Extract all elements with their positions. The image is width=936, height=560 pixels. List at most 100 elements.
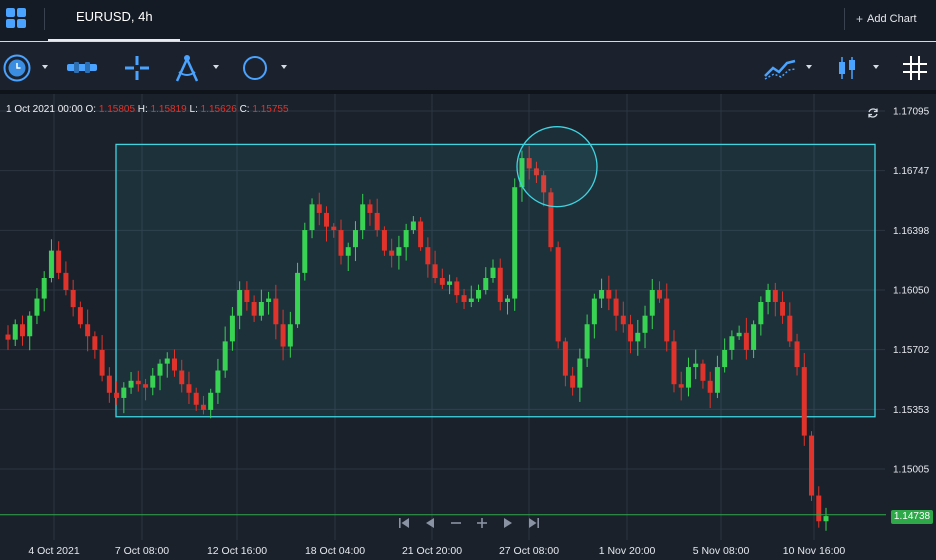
candle-up: [584, 324, 590, 359]
candle-down: [555, 247, 561, 342]
time-axis-label: 10 Nov 16:00: [783, 545, 846, 557]
crosshair-icon[interactable]: [125, 54, 149, 82]
candle-up: [410, 221, 416, 231]
candle-down: [425, 247, 431, 265]
candle-down: [135, 380, 141, 385]
candle-up: [215, 370, 221, 393]
candle-up: [309, 204, 315, 231]
candle-up: [693, 363, 699, 368]
scroll-right-icon[interactable]: [501, 516, 515, 530]
candle-up: [758, 301, 764, 325]
zoom-in-icon[interactable]: [475, 516, 489, 530]
shapes-dropdown-caret[interactable]: [281, 65, 287, 69]
zoom-out-icon[interactable]: [449, 516, 463, 530]
candle-down: [743, 332, 749, 350]
add-chart-button[interactable]: + Add Chart: [856, 8, 917, 30]
candle-up: [504, 298, 510, 302]
add-chart-label: Add Chart: [867, 13, 917, 25]
candle-up: [823, 516, 829, 522]
candle-down: [772, 290, 778, 302]
candle-up: [295, 272, 301, 325]
candle-down: [338, 230, 344, 256]
time-axis-label: 21 Oct 20:00: [402, 545, 462, 557]
apps-grid-icon[interactable]: [5, 7, 27, 29]
timeframe-dropdown-caret[interactable]: [42, 65, 48, 69]
candle-up: [490, 267, 496, 279]
chart-tab-title[interactable]: EURUSD, 4h: [76, 9, 153, 24]
candle-down: [628, 324, 634, 342]
candle-down: [381, 230, 387, 251]
candle-up: [649, 290, 655, 316]
grid-icon[interactable]: [902, 54, 928, 82]
candle-up: [512, 187, 518, 299]
candle-down: [657, 290, 663, 299]
candle-up: [27, 315, 33, 337]
candle-up: [48, 250, 54, 279]
price-axis-label: 1.16050: [893, 286, 930, 297]
candle-down: [85, 324, 91, 337]
candle-up: [229, 315, 235, 342]
candle-up: [447, 281, 453, 285]
indicators-dropdown-caret[interactable]: [806, 65, 812, 69]
time-axis-label: 18 Oct 04:00: [305, 545, 365, 557]
candle-down: [570, 375, 576, 388]
candles-type-icon[interactable]: [836, 54, 858, 82]
candle-up: [396, 247, 402, 256]
candle-up: [591, 298, 597, 325]
candle-down: [70, 290, 76, 308]
candle-down: [367, 204, 373, 213]
candle-up: [287, 324, 293, 347]
candle-up: [302, 230, 308, 273]
candle-up: [128, 380, 134, 388]
candle-down: [454, 281, 460, 296]
candle-up: [360, 204, 366, 231]
price-chart[interactable]: 1.17095 1.16747 1.16398 1.16050 1.15702 1.153…: [0, 94, 936, 560]
price-axis-label: 1.17095: [893, 107, 930, 118]
candle-down: [179, 370, 185, 385]
circle-shape-icon[interactable]: [241, 54, 269, 82]
candle-up: [41, 278, 47, 299]
time-axis-label: 5 Nov 08:00: [693, 545, 750, 557]
candle-up: [577, 358, 583, 388]
candle-up: [34, 298, 40, 316]
chart-type-dropdown-caret[interactable]: [873, 65, 879, 69]
candle-up: [729, 336, 735, 350]
candle-down: [562, 341, 568, 376]
candle-up: [345, 247, 351, 256]
candle-up: [751, 324, 757, 350]
candle-down: [316, 204, 322, 213]
fibonacci-compass-icon[interactable]: [172, 54, 202, 82]
candle-up: [121, 387, 127, 398]
time-axis-label: 27 Oct 08:00: [499, 545, 559, 557]
candle-down: [143, 384, 149, 388]
candle-up: [164, 358, 170, 364]
jump-start-icon[interactable]: [397, 516, 411, 530]
jump-end-icon[interactable]: [527, 516, 541, 530]
rectangle-drawing: [115, 143, 876, 418]
candle-down: [92, 336, 98, 350]
candle-down: [193, 392, 199, 405]
candle-down: [794, 341, 800, 368]
divider: [44, 8, 45, 30]
time-axis-label: 7 Oct 08:00: [115, 545, 169, 557]
scroll-left-icon[interactable]: [423, 516, 437, 530]
candle-down: [620, 315, 626, 325]
timeframe-clock-icon[interactable]: [3, 54, 31, 82]
candle-down: [251, 301, 257, 316]
indicators-icon[interactable]: [763, 54, 797, 82]
ohlc-legend: 1 Oct 2021 00:00 O: 1.15805 H: 1.15819 L…: [6, 104, 289, 115]
candle-down: [186, 384, 192, 393]
horizontal-line-icon[interactable]: [66, 54, 98, 82]
refresh-icon[interactable]: [867, 107, 879, 119]
candle-down: [374, 212, 380, 231]
chart-area[interactable]: 1.17095 1.16747 1.16398 1.16050 1.15702 1.153…: [0, 94, 936, 560]
candle-up: [150, 375, 156, 388]
candle-down: [99, 349, 105, 376]
ohlc-close-label: C:: [239, 104, 250, 115]
top-bar: EURUSD, 4h + Add Chart: [0, 0, 936, 42]
drawing-tools-dropdown-caret[interactable]: [213, 65, 219, 69]
candle-down: [171, 358, 177, 371]
candle-up: [736, 332, 742, 337]
candle-down: [106, 375, 112, 393]
candle-down: [244, 290, 250, 302]
